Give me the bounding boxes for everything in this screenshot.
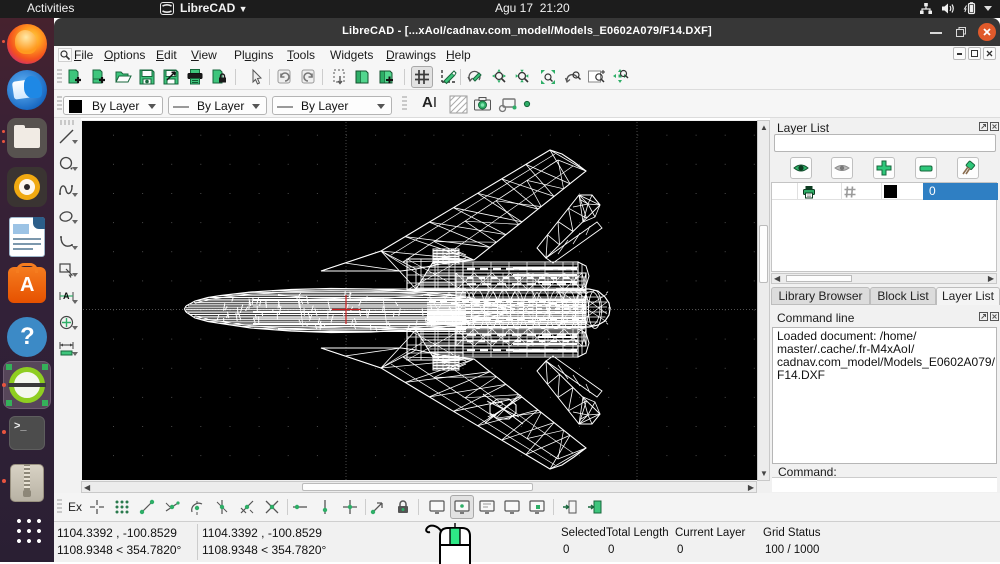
svg-text:A: A [63,291,70,301]
